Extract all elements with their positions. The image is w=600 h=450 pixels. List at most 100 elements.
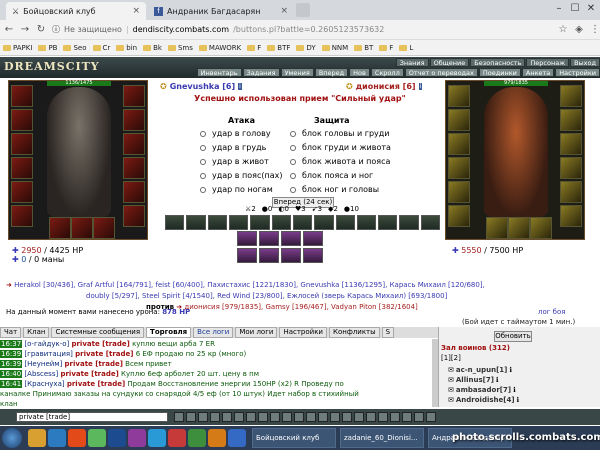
chat-time[interactable]: 16:40: [0, 370, 23, 378]
attack-option[interactable]: удар в грудь: [200, 143, 266, 152]
bookmark-item[interactable]: PAPKI: [0, 44, 35, 52]
radio-button[interactable]: [290, 144, 296, 151]
app-icon[interactable]: [228, 429, 246, 447]
radio-button[interactable]: [200, 158, 206, 165]
skill-icon[interactable]: [420, 215, 441, 230]
app-icon[interactable]: [188, 429, 206, 447]
chat-sender[interactable]: [Abscess]: [24, 370, 58, 378]
bookmark-item[interactable]: DY: [293, 44, 318, 52]
skill-icon[interactable]: [228, 215, 249, 230]
chat-tab[interactable]: S: [381, 327, 395, 338]
bookmark-item[interactable]: Cr: [90, 44, 114, 52]
team-left-line2[interactable]: doubly [5/297], Steel Spirit [4/1540], R…: [86, 292, 447, 300]
chat-time[interactable]: 16:41: [0, 380, 23, 388]
chat-sender[interactable]: [гравитация]: [24, 350, 72, 358]
equipment-slot[interactable]: [530, 217, 552, 239]
extension-icon[interactable]: ◈: [574, 24, 584, 35]
toolbar-button[interactable]: [258, 412, 268, 422]
skill-icon[interactable]: [259, 231, 279, 246]
radio-button[interactable]: [290, 130, 296, 137]
radio-button[interactable]: [290, 158, 296, 165]
attack-option[interactable]: удар в голову: [200, 129, 271, 138]
chat-tab[interactable]: Конфликты: [328, 327, 380, 338]
app-icon[interactable]: [128, 429, 146, 447]
equipment-slot[interactable]: [123, 109, 145, 131]
equipment-slot[interactable]: [11, 109, 33, 131]
sub-menu-item[interactable]: Скролл: [370, 68, 404, 77]
chat-time[interactable]: 16:39: [0, 360, 23, 368]
chat-input[interactable]: private [trade]: [16, 412, 168, 422]
player-left-name[interactable]: Gnevushka [6]: [170, 82, 235, 91]
player-right-name[interactable]: дионисия [6]: [356, 82, 416, 91]
equipment-slot[interactable]: [560, 205, 582, 227]
sub-menu-item[interactable]: Умения: [280, 68, 314, 77]
info-icon[interactable]: i: [418, 83, 423, 90]
minimize-icon[interactable]: –: [552, 2, 566, 16]
radio-button[interactable]: [200, 172, 206, 179]
skill-icon[interactable]: [250, 215, 270, 230]
bookmark-item[interactable]: NNM: [319, 44, 352, 52]
radio-button[interactable]: [200, 130, 206, 137]
team-right[interactable]: дионисия [979/1835], Gamsy [196/467], Va…: [184, 303, 417, 311]
toolbar-button[interactable]: [414, 412, 424, 422]
equipment-slot[interactable]: [448, 85, 470, 107]
equipment-slot[interactable]: [448, 133, 470, 155]
mail-icon[interactable]: ✉: [448, 396, 454, 404]
attack-option[interactable]: удар в пояс(пах): [200, 171, 283, 180]
skill-icon[interactable]: [207, 215, 227, 230]
equipment-slot[interactable]: [123, 133, 145, 155]
equipment-slot[interactable]: [448, 181, 470, 203]
chat-tab[interactable]: Настройки: [279, 327, 327, 338]
team-left-line1[interactable]: Herakol [30/436], Graf Artful [164/791],…: [14, 281, 485, 289]
skill-icon[interactable]: [259, 248, 279, 263]
toolbar-button[interactable]: [402, 412, 412, 422]
menu-icon[interactable]: ⋮: [590, 24, 600, 35]
toolbar-button[interactable]: [378, 412, 388, 422]
skill-icon[interactable]: [303, 231, 323, 246]
equipment-slot[interactable]: [123, 205, 145, 227]
chat-time[interactable]: 16:37: [0, 340, 23, 348]
sub-menu-item[interactable]: Вперед: [314, 68, 349, 77]
toolbar-button[interactable]: [198, 412, 208, 422]
skill-icon[interactable]: [292, 215, 313, 230]
toolbar-button[interactable]: [318, 412, 328, 422]
chat-channel[interactable]: private [trade]: [71, 340, 129, 348]
bookmark-item[interactable]: PB: [35, 44, 60, 52]
equipment-slot[interactable]: [560, 85, 582, 107]
info-icon[interactable]: ℹ: [517, 396, 520, 404]
chat-tab[interactable]: Мои логи: [235, 327, 278, 338]
mail-icon[interactable]: ✉: [448, 386, 454, 394]
chat-tab[interactable]: Системные сообщения: [51, 327, 145, 338]
new-tab-button[interactable]: [296, 3, 310, 17]
app-icon[interactable]: [68, 429, 86, 447]
radio-button[interactable]: [290, 186, 296, 193]
toolbar-button[interactable]: [330, 412, 340, 422]
player-name[interactable]: Androidishe[4]: [456, 396, 515, 404]
info-icon[interactable]: i: [238, 83, 242, 90]
bookmark-item[interactable]: Seo: [60, 44, 89, 52]
equipment-slot[interactable]: [560, 157, 582, 179]
top-menu-item[interactable]: Выход: [570, 58, 600, 67]
fight-log-link[interactable]: лог боя: [538, 308, 565, 316]
player-entry[interactable]: ✉ Allinus[7] ℹ: [448, 376, 499, 384]
taskbar-item[interactable]: zadanie_60_Dionisi...: [340, 428, 424, 448]
reload-icon[interactable]: ↻: [36, 24, 46, 35]
folder-icon[interactable]: [28, 429, 46, 447]
skill-icon[interactable]: [399, 215, 419, 230]
equipment-slot[interactable]: [11, 205, 33, 227]
equipment-slot[interactable]: [123, 181, 145, 203]
toolbar-button[interactable]: [390, 412, 400, 422]
equipment-slot[interactable]: [448, 205, 470, 227]
top-menu-item[interactable]: Персонаж: [526, 58, 570, 67]
toolbar-button[interactable]: [294, 412, 304, 422]
equipment-slot[interactable]: [11, 85, 33, 107]
start-button[interactable]: [2, 428, 22, 448]
toolbar-button[interactable]: [342, 412, 352, 422]
top-menu-item[interactable]: Общение: [429, 58, 470, 67]
hall-title[interactable]: Зал воинов (312): [441, 344, 510, 352]
top-menu-item[interactable]: Знания: [395, 58, 429, 67]
toolbar-button[interactable]: [306, 412, 316, 422]
skill-icon[interactable]: [314, 215, 334, 230]
equipment-slot[interactable]: [560, 133, 582, 155]
chat-time[interactable]: 16:39: [0, 350, 23, 358]
